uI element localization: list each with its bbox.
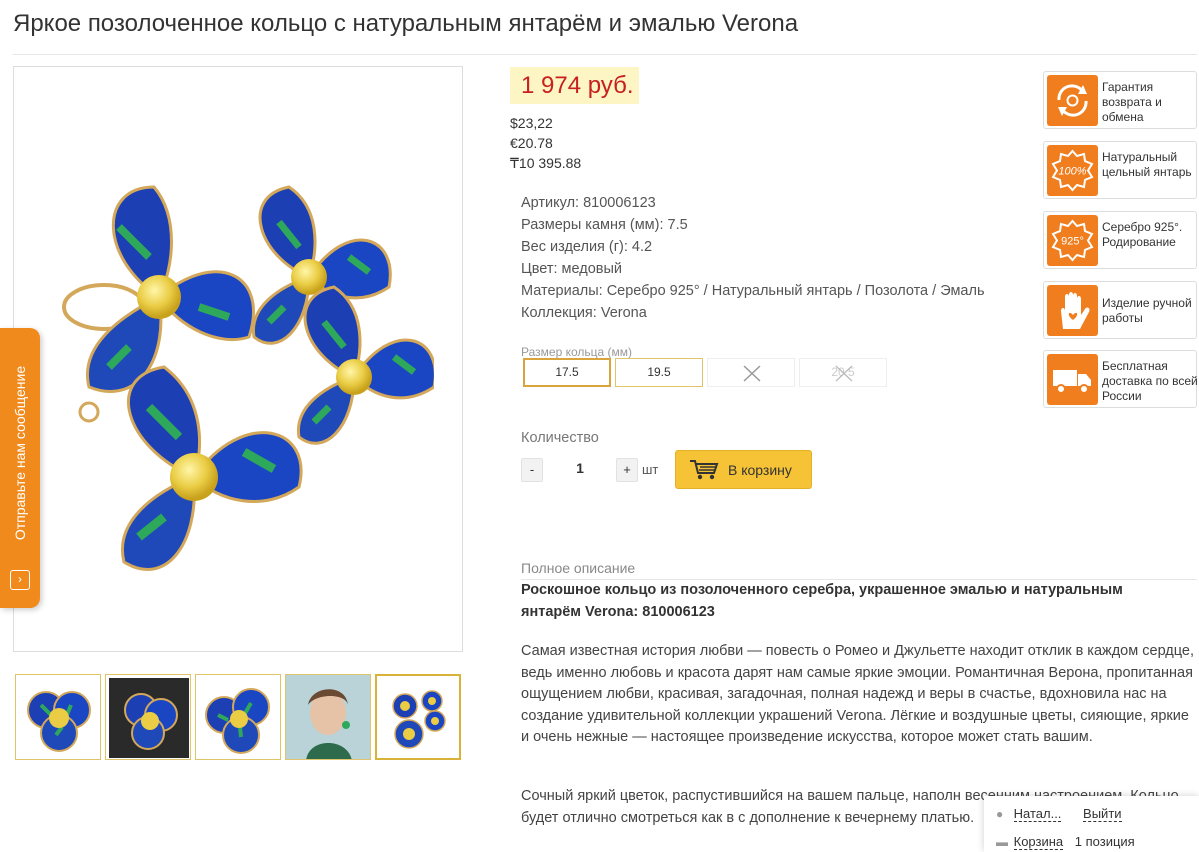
spec-color: Цвет: медовый — [521, 260, 623, 277]
title-divider — [13, 54, 1197, 55]
add-to-cart-label: В корзину — [728, 462, 792, 478]
price-box: 1 974 руб. — [510, 67, 639, 104]
flower-ring-thumb — [27, 691, 91, 752]
badge-silver-925: 925° Серебро 925°. Родирование — [1043, 211, 1197, 269]
thumbnail-5[interactable] — [375, 674, 461, 760]
add-to-cart-button[interactable]: В корзину — [675, 450, 812, 489]
thumbnail-4[interactable] — [285, 674, 371, 760]
quantity-increase-button[interactable]: + — [616, 458, 638, 482]
thumbnail-strip — [15, 674, 461, 760]
logout-link[interactable]: Выйти — [1083, 806, 1122, 822]
stamp-100-icon: 100% — [1047, 145, 1098, 196]
badge-925-label: 925° — [1061, 236, 1084, 248]
quantity-decrease-button[interactable]: - — [521, 458, 543, 482]
user-panel: ● Натал... Выйти ▬ Корзина 1 позиция — [984, 796, 1199, 852]
badge-natural-amber: 100% Натуральный цельный янтарь — [1043, 141, 1197, 199]
model-thumb — [286, 675, 370, 759]
price-usd: $23,22 — [510, 115, 553, 131]
product-specs: Артикул: 810006123 Размеры камня (мм): 7… — [521, 193, 985, 324]
badge-delivery-text: Бесплатная доставка по всей России — [1102, 359, 1198, 403]
cart-row: ▬ Корзина 1 позиция — [996, 834, 1135, 850]
refresh-icon — [1047, 75, 1098, 126]
flower-dark-thumb — [109, 678, 189, 758]
price: 1 974 руб. — [521, 72, 634, 99]
spec-article: Артикул: 810006123 — [521, 195, 656, 211]
spec-stone-size: Размеры камня (мм): 7.5 — [521, 216, 688, 233]
unavailable-cross-icon — [835, 365, 853, 382]
thumbnail-3[interactable] — [195, 674, 281, 760]
quantity-input[interactable]: 1 — [560, 460, 600, 476]
stamp-925-icon: 925° — [1047, 215, 1098, 266]
spec-weight: Вес изделия (г): 4.2 — [521, 238, 653, 255]
badge-free-delivery: Бесплатная доставка по всей России — [1043, 350, 1198, 408]
user-name-link[interactable]: Натал... — [1013, 806, 1062, 822]
page-title: Яркое позолоченное кольцо с натуральным … — [13, 10, 799, 37]
spec-materials: Материалы: Серебро 925° / Натуральный ян… — [521, 282, 985, 299]
flower-side-thumb — [205, 688, 270, 754]
truck-icon — [1047, 354, 1098, 405]
badge-handmade: Изделие ручной работы — [1043, 281, 1197, 339]
mini-cart-icon: ▬ — [996, 835, 1008, 849]
price-kzt: ₸10 395.88 — [510, 155, 582, 171]
size-option-20-5: 20.5 — [799, 358, 887, 387]
badge-return-guarantee: Гарантия возврата и обмена — [1043, 71, 1197, 129]
badge-handmade-text: Изделие ручной работы — [1102, 296, 1192, 325]
unavailable-cross-icon — [743, 365, 761, 382]
message-icon: › — [10, 570, 30, 590]
size-option-19-5[interactable]: 19.5 — [615, 358, 703, 387]
alt-prices: $23,22 €20.78 ₸10 395.88 — [510, 113, 581, 173]
main-product-image[interactable] — [13, 66, 463, 652]
feedback-tab[interactable]: Отправьте нам сообщение › — [0, 328, 40, 608]
ring-size-options: 17.5 19.5 20.5 — [523, 358, 887, 387]
user-icon: ● — [996, 807, 1004, 821]
user-row: ● Натал... Выйти — [996, 806, 1122, 822]
hand-heart-icon — [1047, 285, 1098, 336]
badge-silver-text: Серебро 925°. Родирование — [1102, 220, 1183, 249]
set-thumb — [392, 690, 446, 749]
description-paragraph-1: Самая известная история любви — повесть … — [521, 643, 1194, 745]
cart-link[interactable]: Корзина — [1013, 834, 1064, 850]
jewelry-illustration — [62, 185, 434, 571]
thumbnail-2[interactable] — [105, 674, 191, 760]
badge-return-text: Гарантия возврата и обмена — [1102, 80, 1162, 124]
size-option-unavailable — [707, 358, 795, 387]
badge-100-label: 100% — [1058, 166, 1086, 178]
quantity-label: Количество — [521, 430, 599, 446]
shopping-cart-icon — [690, 460, 719, 480]
spec-collection: Коллекция: Verona — [521, 304, 647, 321]
feedback-tab-label: Отправьте нам сообщение — [12, 365, 28, 541]
description-heading: Роскошное кольцо из позолоченного серебр… — [521, 582, 1123, 620]
badge-amber-text: Натуральный цельный янтарь — [1102, 150, 1192, 179]
price-eur: €20.78 — [510, 135, 553, 151]
thumbnail-1[interactable] — [15, 674, 101, 760]
ring-size-label: Размер кольца (мм) — [521, 345, 632, 359]
quantity-unit: шт — [642, 462, 659, 477]
size-option-17-5[interactable]: 17.5 — [523, 358, 611, 387]
description-label: Полное описание — [521, 560, 636, 576]
cart-count: 1 позиция — [1074, 834, 1135, 849]
